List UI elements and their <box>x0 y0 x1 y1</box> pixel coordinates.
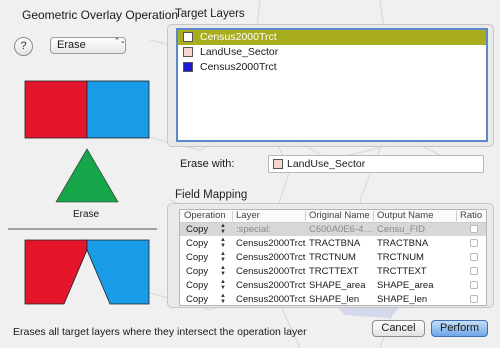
target-layers-list[interactable]: Census2000Trct LandUse_Sector Census2000… <box>176 28 488 142</box>
layer-cell: Census2000Trct <box>236 266 306 277</box>
layer-color-swatch <box>273 159 283 169</box>
diagram-result-red-shape <box>24 239 88 305</box>
operation-stepper-icon[interactable]: ▲ ▼ <box>220 293 226 305</box>
original-name-cell: C600A0E6-4… <box>309 224 373 235</box>
operation-cell[interactable]: Copy <box>186 237 208 250</box>
diagram-target-red-square <box>24 80 88 139</box>
ratio-checkbox[interactable] <box>470 253 478 261</box>
output-name-cell[interactable]: Censu_FID <box>377 223 425 236</box>
original-name-cell: SHAPE_len <box>309 294 360 305</box>
field-mapping-title: Field Mapping <box>175 189 248 201</box>
erase-with-label: Erase with: <box>180 158 235 170</box>
column-header-ratio[interactable]: Ratio <box>460 210 482 222</box>
field-mapping-row[interactable]: Copy ▲ ▼ Census2000Trct TRCTNUM TRCTNUM <box>180 251 486 264</box>
column-header-original-name[interactable]: Original Name <box>309 210 370 222</box>
operation-cell[interactable]: Copy <box>186 265 208 278</box>
operation-stepper-icon[interactable]: ▲ ▼ <box>220 237 226 249</box>
original-name-cell: TRACTBNA <box>309 238 361 249</box>
operation-cell[interactable]: Copy <box>186 293 208 305</box>
target-layer-item[interactable]: Census2000Trct <box>178 30 486 45</box>
diagram-target-blue-square <box>86 80 150 139</box>
layer-color-swatch <box>183 62 193 72</box>
output-name-cell[interactable]: TRCTTEXT <box>377 265 427 278</box>
field-mapping-table[interactable]: Operation Layer Original Name Output Nam… <box>179 209 487 306</box>
target-layer-item[interactable]: LandUse_Sector <box>178 45 486 60</box>
target-layers-title: Target Layers <box>175 8 245 20</box>
output-name-cell[interactable]: SHAPE_len <box>377 293 427 305</box>
column-header-layer[interactable]: Layer <box>236 210 260 222</box>
output-name-cell[interactable]: TRACTBNA <box>377 237 428 250</box>
field-mapping-header: Operation Layer Original Name Output Nam… <box>180 210 486 223</box>
ratio-checkbox[interactable] <box>470 295 478 303</box>
perform-button[interactable]: Perform <box>431 320 488 337</box>
ratio-checkbox[interactable] <box>470 267 478 275</box>
diagram-result-blue-shape <box>86 239 150 305</box>
ratio-checkbox[interactable] <box>470 225 478 233</box>
layer-cell: :special: <box>236 224 271 235</box>
layer-color-swatch <box>183 32 193 42</box>
layer-cell: Census2000Trct <box>236 252 306 263</box>
operation-stepper-icon[interactable]: ▲ ▼ <box>220 279 226 291</box>
original-name-cell: TRCTNUM <box>309 252 356 263</box>
operation-diagram <box>8 80 157 305</box>
operation-cell[interactable]: Copy <box>186 279 208 292</box>
operation-cell[interactable]: Copy <box>186 223 208 236</box>
output-name-cell[interactable]: TRCTNUM <box>377 251 424 264</box>
target-layer-name: Census2000Trct <box>200 31 277 43</box>
field-mapping-row[interactable]: Copy ▲ ▼ :special: C600A0E6-4… Censu_FID <box>180 223 486 236</box>
original-name-cell: SHAPE_area <box>309 280 366 291</box>
field-mapping-row[interactable]: Copy ▲ ▼ Census2000Trct TRCTTEXT TRCTTEXT <box>180 265 486 278</box>
target-layer-item[interactable]: Census2000Trct <box>178 60 486 75</box>
operation-stepper-icon[interactable]: ▲ ▼ <box>220 265 226 277</box>
field-mapping-row[interactable]: Copy ▲ ▼ Census2000Trct SHAPE_len SHAPE_l… <box>180 293 486 305</box>
erase-with-field[interactable]: LandUse_Sector <box>268 155 484 173</box>
layer-cell: Census2000Trct <box>236 238 306 249</box>
erase-with-value: LandUse_Sector <box>287 158 366 170</box>
ratio-checkbox[interactable] <box>470 239 478 247</box>
target-layer-name: Census2000Trct <box>200 61 277 73</box>
layer-color-swatch <box>183 47 193 57</box>
operation-cell[interactable]: Copy <box>186 251 208 264</box>
ratio-checkbox[interactable] <box>470 281 478 289</box>
output-name-cell[interactable]: SHAPE_area <box>377 279 434 292</box>
diagram-caption: Erase <box>72 209 100 220</box>
layer-cell: Census2000Trct <box>236 294 306 305</box>
column-header-operation[interactable]: Operation <box>184 210 226 222</box>
status-text: Erases all target layers where they inte… <box>13 326 307 338</box>
original-name-cell: TRCTTEXT <box>309 266 359 277</box>
operation-stepper-icon[interactable]: ▲ ▼ <box>220 223 226 235</box>
field-mapping-row[interactable]: Copy ▲ ▼ Census2000Trct TRACTBNA TRACTBNA <box>180 237 486 250</box>
cancel-button[interactable]: Cancel <box>372 320 425 337</box>
operation-stepper-icon[interactable]: ▲ ▼ <box>220 251 226 263</box>
column-header-output-name[interactable]: Output Name <box>377 210 434 222</box>
layer-cell: Census2000Trct <box>236 280 306 291</box>
target-layer-name: LandUse_Sector <box>200 46 279 58</box>
diagram-operation-green-triangle <box>55 148 119 203</box>
field-mapping-row[interactable]: Copy ▲ ▼ Census2000Trct SHAPE_area SHAPE_… <box>180 279 486 292</box>
